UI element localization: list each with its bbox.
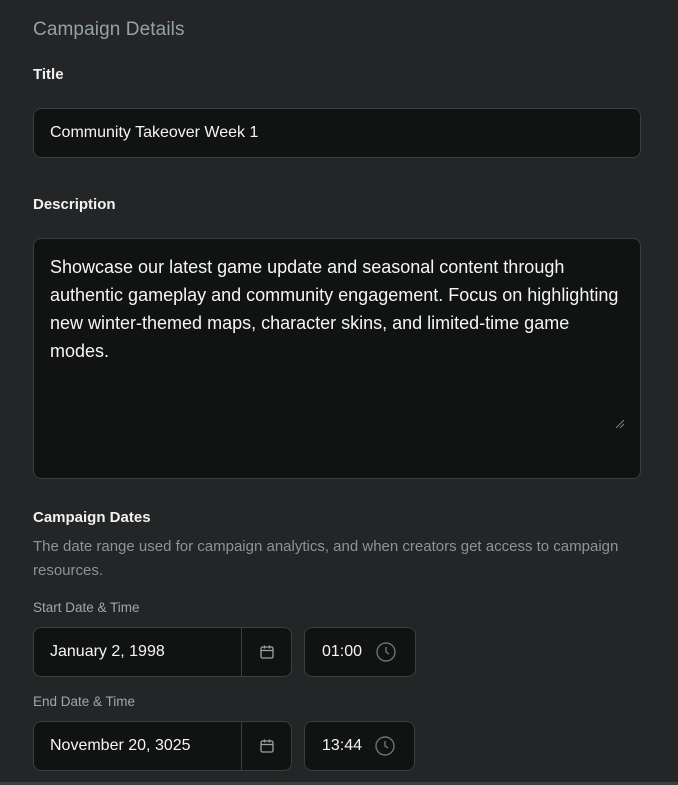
- clock-icon: [376, 642, 396, 662]
- start-time-input[interactable]: 01:00: [304, 627, 416, 677]
- start-date-time-label: Start Date & Time: [33, 600, 140, 615]
- end-calendar-button[interactable]: [241, 722, 291, 770]
- resize-grip-icon[interactable]: [616, 420, 624, 428]
- end-date-time-label: End Date & Time: [33, 694, 136, 709]
- start-time-value: 01:00: [322, 643, 363, 660]
- title-input-value: Community Takeover Week 1: [50, 124, 259, 141]
- description-label: Description: [33, 196, 116, 213]
- campaign-details-form: Campaign Details Title Community Takeove…: [0, 0, 678, 785]
- start-date-input[interactable]: January 2, 1998: [33, 627, 292, 677]
- section-title: Campaign Details: [33, 19, 185, 40]
- campaign-dates-label: Campaign Dates: [33, 509, 151, 526]
- description-textarea[interactable]: Showcase our latest game update and seas…: [33, 238, 641, 479]
- clock-icon: [375, 736, 395, 756]
- title-input[interactable]: Community Takeover Week 1: [33, 108, 641, 158]
- title-label: Title: [33, 66, 64, 83]
- calendar-icon: [259, 645, 274, 659]
- start-calendar-button[interactable]: [241, 628, 291, 676]
- campaign-dates-help: The date range used for campaign analyti…: [33, 538, 619, 579]
- end-date-input[interactable]: November 20, 3025: [33, 721, 292, 771]
- end-date-value: November 20, 3025: [50, 737, 191, 754]
- start-date-value: January 2, 1998: [50, 643, 165, 660]
- end-time-value: 13:44: [322, 737, 363, 754]
- description-textarea-value: Showcase our latest game update and seas…: [50, 257, 619, 361]
- end-time-input[interactable]: 13:44: [304, 721, 415, 771]
- calendar-icon: [259, 739, 274, 753]
